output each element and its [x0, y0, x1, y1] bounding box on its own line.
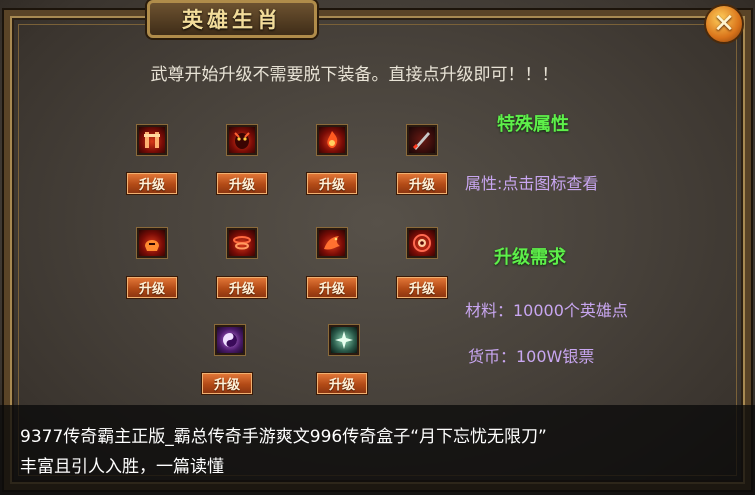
pillar-rune-icon[interactable]: [136, 124, 168, 156]
upgrade-button-2[interactable]: 升级: [216, 172, 268, 195]
upgrade-button-label: 升级: [228, 178, 255, 193]
upgrade-button-label: 升级: [228, 282, 255, 297]
article-caption: 9377传奇霸主正版_霸总传奇手游爽文996传奇盒子“月下忘忧无限刀” 丰富且引…: [0, 405, 755, 495]
upgrade-button-10[interactable]: 升级: [316, 372, 368, 395]
caption-line-1: 9377传奇霸主正版_霸总传奇手游爽文996传奇盒子“月下忘忧无限刀”: [20, 427, 547, 447]
purple-taiji-icon[interactable]: [214, 324, 246, 356]
attribute-hint: 属性:点击图标查看: [465, 174, 599, 193]
red-vortex-icon[interactable]: [226, 227, 258, 259]
crimson-eye-icon[interactable]: [406, 227, 438, 259]
upgrade-button-label: 升级: [213, 378, 240, 393]
upgrade-notice: 武尊开始升级不需要脱下装备。直接点升级即可！！！: [150, 65, 559, 85]
upgrade-button-1[interactable]: 升级: [126, 172, 178, 195]
upgrade-button-9[interactable]: 升级: [201, 372, 253, 395]
flame-warrior-icon[interactable]: [316, 124, 348, 156]
upgrade-button-8[interactable]: 升级: [396, 276, 448, 299]
upgrade-button-label: 升级: [138, 178, 165, 193]
upgrade-button-label: 升级: [328, 378, 355, 393]
upgrade-button-7[interactable]: 升级: [306, 276, 358, 299]
close-icon: ✕: [713, 9, 735, 39]
upgrade-button-label: 升级: [318, 282, 345, 297]
upgrade-button-label: 升级: [408, 178, 435, 193]
teal-star-icon[interactable]: [328, 324, 360, 356]
upgrade-requirements-title: 升级需求: [494, 247, 566, 268]
upgrade-button-6[interactable]: 升级: [216, 276, 268, 299]
zodiac-panel: 英雄生肖 ✕ 武尊开始升级不需要脱下装备。直接点升级即可！！！ 升级 升级 升级…: [0, 0, 755, 495]
upgrade-button-5[interactable]: 升级: [126, 276, 178, 299]
title-plate: 英雄生肖: [147, 0, 317, 38]
upgrade-button-3[interactable]: 升级: [306, 172, 358, 195]
caption-line-2: 丰富且引人入胜，一篇读懂: [20, 457, 224, 477]
upgrade-button-4[interactable]: 升级: [396, 172, 448, 195]
close-button[interactable]: ✕: [704, 4, 744, 44]
demon-mask-icon[interactable]: [226, 124, 258, 156]
special-attributes-title: 特殊属性: [497, 114, 569, 135]
currency-requirement: 货币：100W银票: [468, 347, 595, 366]
upgrade-button-label: 升级: [138, 282, 165, 297]
fire-dragon-icon[interactable]: [316, 227, 348, 259]
material-requirement: 材料：10000个英雄点: [465, 301, 628, 320]
window-title: 英雄生肖: [182, 7, 282, 32]
fire-helm-icon[interactable]: [136, 227, 168, 259]
upgrade-button-label: 升级: [318, 178, 345, 193]
upgrade-button-label: 升级: [408, 282, 435, 297]
dark-blade-icon[interactable]: [406, 124, 438, 156]
